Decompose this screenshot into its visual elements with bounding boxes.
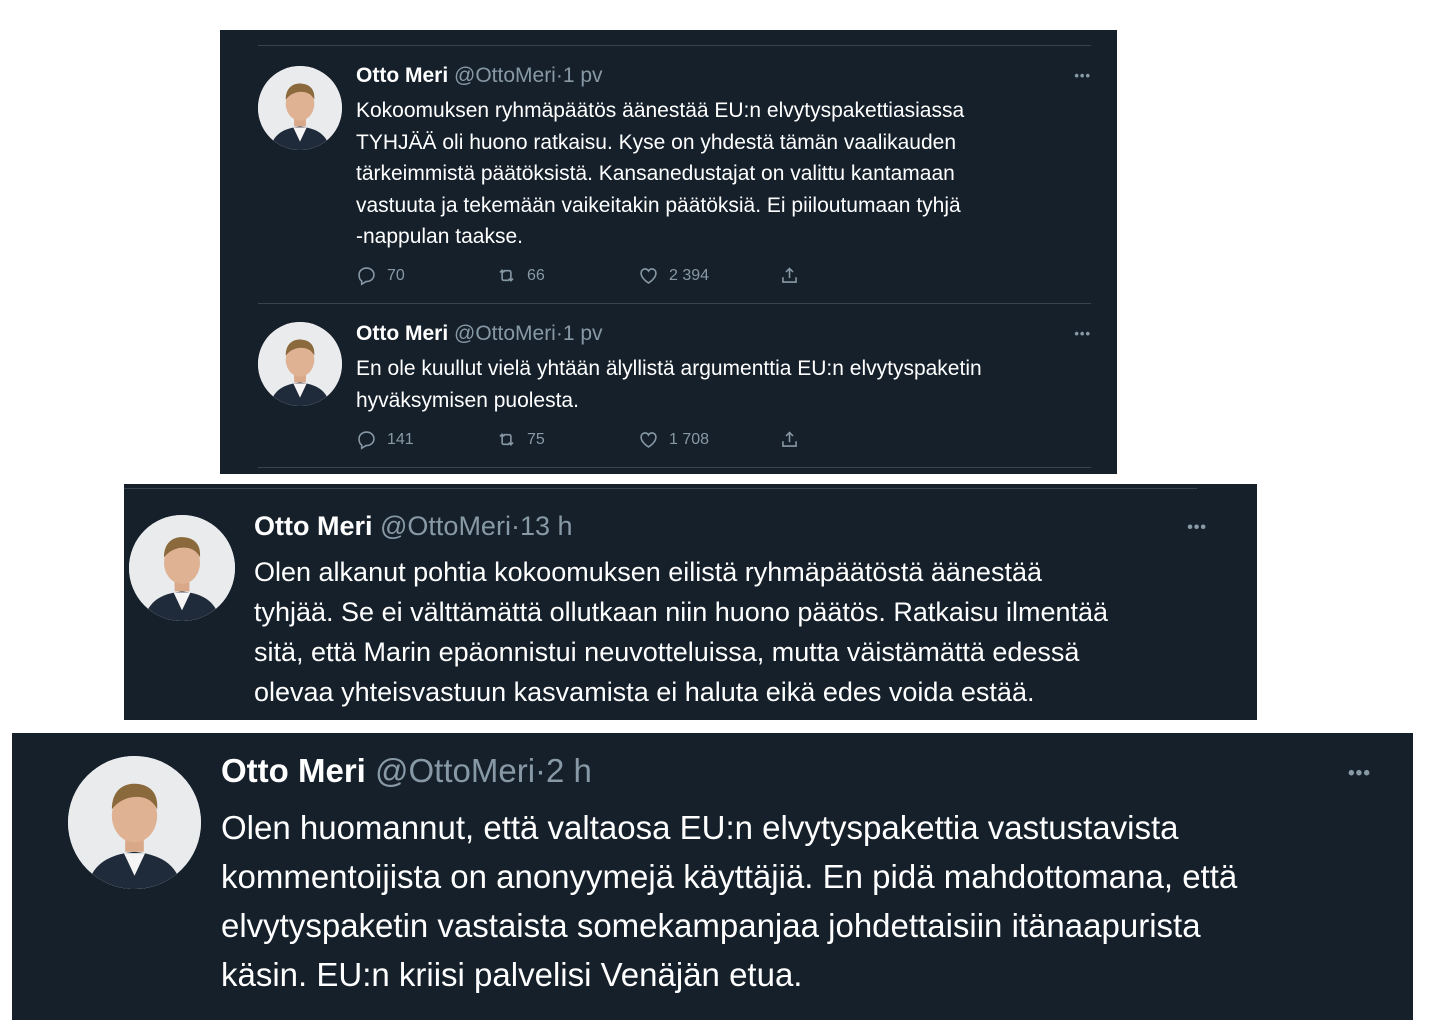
divider: [258, 467, 1091, 468]
tweet-line: tärkeimmistä päätöksistä. Kansanedustaja…: [356, 162, 955, 186]
tweet-time[interactable]: 1 pv: [563, 64, 603, 87]
author-handle[interactable]: @OttoMeri: [454, 322, 556, 345]
retweet-count: 66: [527, 267, 545, 284]
avatar[interactable]: [68, 756, 201, 889]
tweet-line: Kokoomuksen ryhmäpäätös äänestää EU:n el…: [356, 99, 965, 122]
more-icon[interactable]: •••: [1187, 519, 1207, 537]
retweet-button[interactable]: 66: [496, 265, 545, 286]
tweet-line: vastuuta ja tekemään vaikeitakin päätöks…: [356, 193, 961, 217]
dot-separator: ·: [535, 752, 547, 789]
share-button[interactable]: [779, 429, 800, 450]
tweet-text: En ole kuullut vielä yhtään älyllistä ar…: [356, 353, 982, 416]
divider: [258, 303, 1091, 304]
reply-icon: [358, 267, 375, 286]
tweet-time[interactable]: 2 h: [546, 752, 592, 789]
tweet-header: Otto Meri @OttoMeri·1 pv: [356, 64, 603, 88]
avatar[interactable]: [258, 66, 342, 150]
tweet-3[interactable]: Otto Meri @OttoMeri·13 h ••• Olen alkanu…: [124, 484, 1257, 720]
more-icon[interactable]: •••: [1074, 326, 1091, 341]
avatar-image: [258, 322, 342, 406]
like-button[interactable]: 1 708: [638, 429, 709, 450]
retweet-icon: [499, 269, 514, 282]
author-handle[interactable]: @OttoMeri: [375, 752, 535, 789]
screenshot-card-3: Otto Meri @OttoMeri·2 h ••• Olen huomann…: [12, 733, 1413, 1020]
heart-icon: [640, 432, 657, 448]
tweet-line: elvytyspaketin vastaista somekampanjaa j…: [221, 907, 1201, 944]
more-icon[interactable]: •••: [1074, 68, 1091, 83]
tweet-line: hyväksymisen puolesta.: [356, 388, 579, 412]
tweet-actions: 70 66 2 394: [356, 265, 956, 287]
screenshot-card-1: Otto Meri @OttoMeri·1 pv ••• Kokoomuksen…: [220, 30, 1117, 474]
author-name[interactable]: Otto Meri: [356, 64, 448, 87]
dot-separator: ·: [510, 511, 520, 541]
reply-button[interactable]: 70: [356, 265, 405, 286]
author-name[interactable]: Otto Meri: [356, 322, 448, 345]
tweet-header: Otto Meri @OttoMeri·1 pv: [356, 322, 603, 346]
heart-icon: [640, 268, 657, 284]
tweet-text: Olen huomannut, että valtaosa EU:n elvyt…: [221, 803, 1237, 999]
avatar[interactable]: [258, 322, 342, 406]
tweet-line: käsin. EU:n kriisi palvelisi Venäjän etu…: [221, 956, 803, 993]
like-count: 2 394: [669, 267, 710, 284]
reply-button[interactable]: 141: [356, 429, 414, 450]
tweet-line: tyhjää. Se ei välttämättä ollutkaan niin…: [254, 597, 1109, 627]
tweet-header: Otto Meri @OttoMeri·13 h: [254, 511, 573, 542]
tweet-time[interactable]: 1 pv: [563, 322, 603, 345]
screenshot-card-2: Otto Meri @OttoMeri·13 h ••• Olen alkanu…: [124, 484, 1257, 720]
tweet-4[interactable]: Otto Meri @OttoMeri·2 h ••• Olen huomann…: [12, 733, 1413, 1020]
tweet-2[interactable]: Otto Meri @OttoMeri·1 pv ••• En ole kuul…: [220, 305, 1117, 470]
avatar-image: [68, 756, 201, 889]
tweet-line: Olen huomannut, että valtaosa EU:n elvyt…: [221, 809, 1179, 846]
tweet-line: En ole kuullut vielä yhtään älyllistä ar…: [356, 357, 982, 380]
like-button[interactable]: 2 394: [638, 265, 709, 286]
tweet-line: TYHJÄÄ oli huono ratkaisu. Kyse on yhdes…: [356, 130, 957, 154]
tweet-line: olevaa yhteisvastuun kasvamista ei halut…: [254, 677, 1035, 707]
reply-count: 70: [387, 267, 405, 284]
share-icon: [782, 267, 797, 283]
tweet-line: Olen alkanut pohtia kokoomuksen eilistä …: [254, 557, 1042, 587]
avatar[interactable]: [129, 515, 235, 621]
tweet-text: Olen alkanut pohtia kokoomuksen eilistä …: [254, 552, 1108, 712]
tweet-actions: 141 75 1 708: [356, 429, 956, 451]
retweet-button[interactable]: 75: [496, 429, 545, 450]
author-name[interactable]: Otto Meri: [221, 752, 366, 789]
share-button[interactable]: [779, 265, 800, 286]
dot-separator: ·: [555, 64, 563, 87]
share-icon: [782, 431, 797, 447]
tweet-line: -nappulan taakse.: [356, 225, 523, 249]
reply-icon: [358, 431, 375, 450]
tweet-line: kommentoijista on anonyymejä käyttäjiä. …: [221, 858, 1238, 895]
author-name[interactable]: Otto Meri: [254, 511, 373, 541]
like-count: 1 708: [669, 431, 710, 448]
more-icon[interactable]: •••: [1348, 763, 1371, 785]
tweet-1[interactable]: Otto Meri @OttoMeri·1 pv ••• Kokoomuksen…: [220, 30, 1117, 305]
dot-separator: ·: [555, 322, 563, 345]
avatar-image: [258, 66, 342, 150]
author-handle[interactable]: @OttoMeri: [380, 511, 511, 541]
retweet-count: 75: [527, 431, 545, 448]
reply-count: 141: [387, 431, 414, 448]
tweet-header: Otto Meri @OttoMeri·2 h: [221, 752, 592, 790]
author-handle[interactable]: @OttoMeri: [454, 64, 556, 87]
tweet-line: sitä, että Marin epäonnistui neuvottelui…: [254, 637, 1080, 667]
avatar-image: [129, 515, 235, 621]
tweet-time[interactable]: 13 h: [520, 511, 573, 541]
tweet-text: Kokoomuksen ryhmäpäätös äänestää EU:n el…: [356, 95, 964, 253]
retweet-icon: [499, 433, 514, 446]
